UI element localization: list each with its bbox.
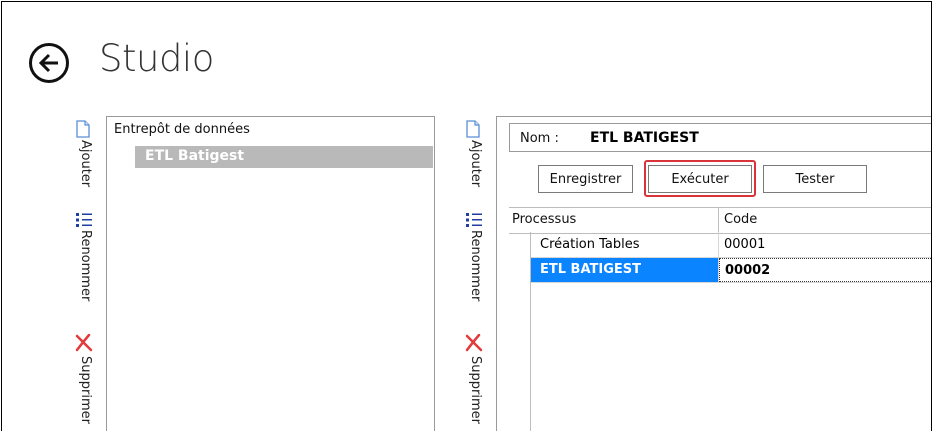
add-button[interactable]: Ajouter [68, 118, 98, 204]
column-header-process[interactable]: Processus [512, 212, 576, 227]
column-header-code[interactable]: Code [724, 212, 757, 227]
add-label: Ajouter [78, 140, 93, 188]
rename-label: Renommer [78, 230, 93, 302]
list-icon [76, 213, 92, 227]
document-icon [466, 120, 480, 138]
tree-header: Entrepôt de données [114, 122, 250, 137]
rename-process-button[interactable]: Renommer [458, 208, 488, 328]
delete-button[interactable]: Supprimer [68, 332, 98, 431]
table-row-process-selected[interactable]: ETL BATIGEST [531, 258, 718, 282]
name-field[interactable]: Nom : ETL BATIGEST [509, 123, 931, 152]
delete-x-icon [465, 334, 483, 352]
name-value[interactable]: ETL BATIGEST [590, 130, 699, 146]
list-icon [466, 213, 482, 227]
delete-x-icon [75, 334, 93, 352]
add-label: Ajouter [468, 140, 483, 188]
right-toolbar: Ajouter Renommer Supprimer [458, 118, 488, 431]
left-toolbar: Ajouter Renommer Supprimer [68, 118, 98, 431]
page-title: Studio [99, 37, 214, 80]
execute-button[interactable]: Exécuter [648, 165, 752, 193]
delete-label: Supprimer [78, 356, 93, 424]
rename-label: Renommer [468, 230, 483, 302]
rename-button[interactable]: Renommer [68, 208, 98, 328]
back-button[interactable] [29, 43, 69, 83]
tree-item-etl-batigest[interactable]: ETL Batigest [135, 146, 433, 168]
add-process-button[interactable]: Ajouter [458, 118, 488, 204]
data-warehouse-panel: Entrepôt de données ETL Batigest [106, 116, 435, 431]
table-row-code-selected[interactable]: 00002 [719, 258, 931, 282]
table-row-process[interactable]: Création Tables [531, 233, 718, 257]
save-button[interactable]: Enregistrer [538, 165, 633, 193]
process-panel: Nom : ETL BATIGEST Enregistrer Exécuter … [496, 116, 931, 431]
delete-label: Supprimer [468, 356, 483, 424]
table-row-code[interactable]: 00001 [719, 233, 931, 257]
grid-header: Processus Code [509, 207, 931, 234]
test-button[interactable]: Tester [763, 165, 867, 193]
document-icon [76, 120, 90, 138]
app-window: Studio Ajouter Renommer Supprimer Entrep… [1, 1, 932, 431]
process-grid: Processus Code Création Tables 00001 ETL… [509, 207, 931, 431]
name-label: Nom : [520, 131, 559, 146]
arrow-left-icon [38, 53, 58, 73]
delete-process-button[interactable]: Supprimer [458, 332, 488, 431]
